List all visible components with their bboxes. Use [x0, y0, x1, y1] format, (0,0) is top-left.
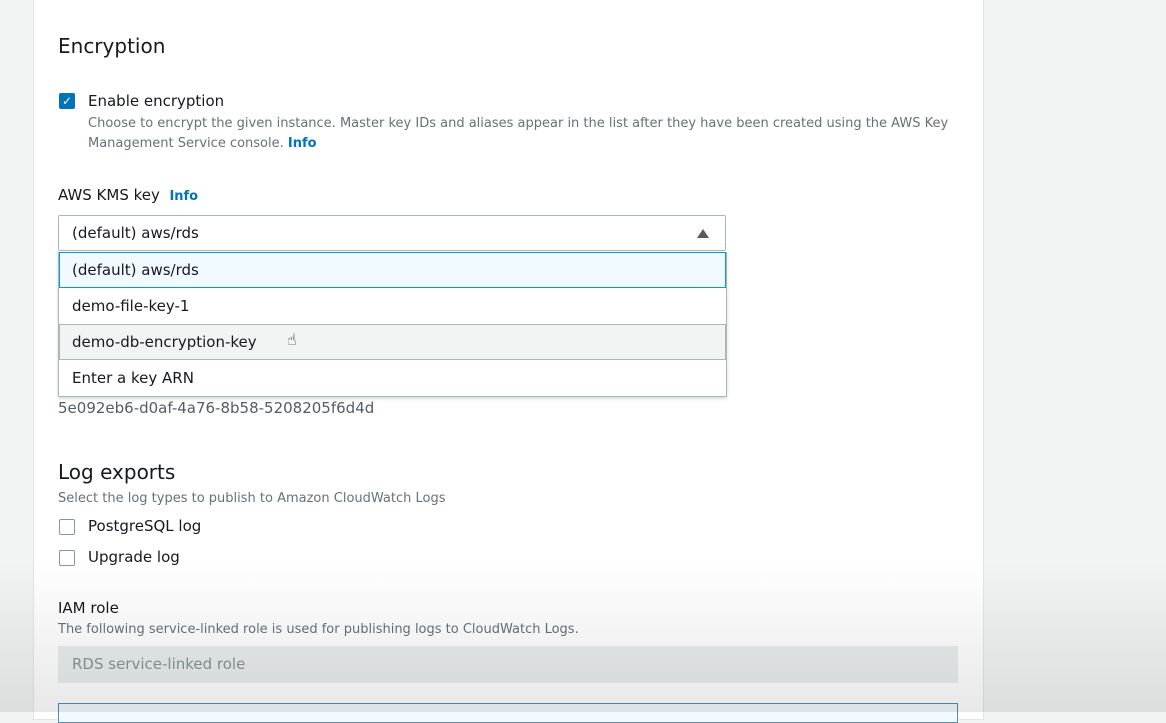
kms-key-dropdown: (default) aws/rds demo-file-key-1 demo-d…: [58, 252, 727, 397]
postgresql-log-label: PostgreSQL log: [88, 517, 202, 535]
info-link[interactable]: Info: [288, 136, 317, 151]
postgresql-log-checkbox[interactable]: [59, 519, 75, 535]
kms-key-id: 5e092eb6-d0af-4a76-8b58-5208205f6d4d: [58, 399, 375, 417]
iam-role-label: IAM role: [58, 599, 119, 617]
info-box: [58, 703, 958, 723]
description-text: Choose to encrypt the given instance. Ma…: [88, 116, 949, 151]
log-exports-heading: Log exports: [58, 460, 176, 484]
upgrade-log-checkbox[interactable]: [59, 550, 75, 566]
iam-role-field: RDS service-linked role: [58, 646, 958, 683]
kms-selected-value: (default) aws/rds: [72, 224, 199, 242]
log-exports-description: Select the log types to publish to Amazo…: [58, 491, 446, 506]
kms-key-select[interactable]: (default) aws/rds: [58, 215, 726, 251]
kms-key-label-text: AWS KMS key: [58, 186, 160, 204]
kms-info-link[interactable]: Info: [169, 189, 198, 204]
hand-cursor-icon: ☝: [287, 330, 297, 349]
enable-encryption-label: Enable encryption: [88, 92, 225, 110]
enable-encryption-checkbox[interactable]: ✓: [59, 93, 75, 109]
iam-role-description: The following service-linked role is use…: [58, 622, 579, 637]
enable-encryption-description: Choose to encrypt the given instance. Ma…: [88, 114, 958, 154]
kms-option[interactable]: demo-db-encryption-key: [59, 324, 726, 360]
encryption-heading: Encryption: [58, 34, 166, 58]
kms-option[interactable]: Enter a key ARN: [59, 360, 726, 396]
kms-option[interactable]: (default) aws/rds: [59, 252, 726, 288]
kms-option[interactable]: demo-file-key-1: [59, 288, 726, 324]
upgrade-log-label: Upgrade log: [88, 548, 180, 566]
caret-up-icon: [697, 229, 709, 238]
kms-key-label: AWS KMS key Info: [58, 186, 198, 204]
